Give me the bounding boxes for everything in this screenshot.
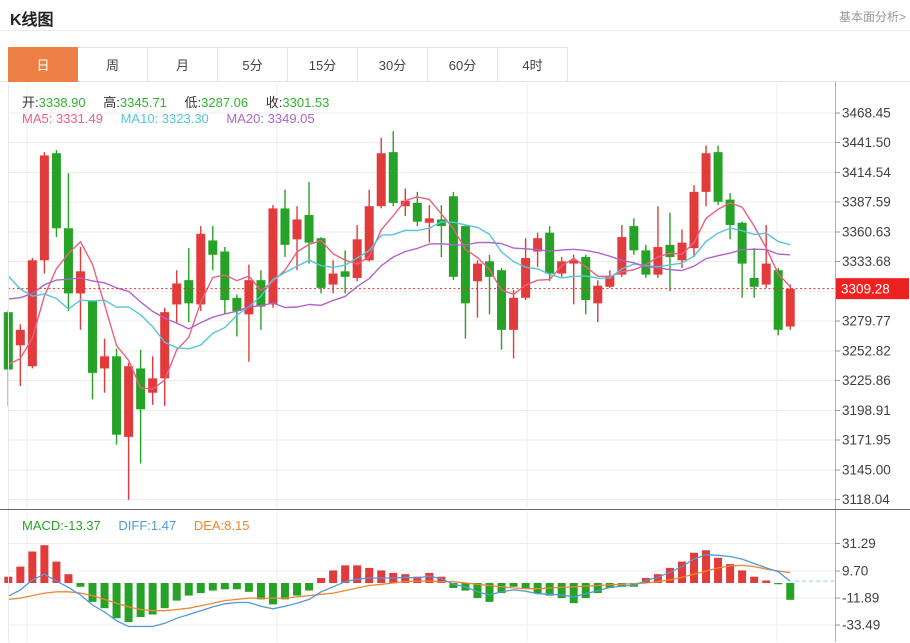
close-value: 3301.53 xyxy=(282,95,329,110)
main-chart-area[interactable] xyxy=(8,84,835,508)
diff-label: DIFF: xyxy=(118,518,151,533)
ohlc-row: 开:3338.90 高:3345.71 低:3287.06 收:3301.53 xyxy=(22,92,343,111)
dea-label: DEA: xyxy=(194,518,224,533)
svg-text:3309.28: 3309.28 xyxy=(841,281,890,296)
svg-text:3145.00: 3145.00 xyxy=(842,462,891,477)
current-price-badge: 3309.28 xyxy=(836,278,909,299)
macd-header-row: MACD:-13.37 DIFF:1.47 DEA:8.15 xyxy=(22,518,263,533)
svg-text:3468.45: 3468.45 xyxy=(842,106,891,121)
svg-text:3279.77: 3279.77 xyxy=(842,314,891,329)
macd-value: -13.37 xyxy=(64,518,101,533)
tab-30min[interactable]: 30分 xyxy=(358,47,428,82)
diff-value: 1.47 xyxy=(151,518,176,533)
ma10-value: 3323.30 xyxy=(162,111,209,126)
svg-text:3441.50: 3441.50 xyxy=(842,135,891,150)
ma20-label: MA20: xyxy=(226,111,264,126)
tab-5min[interactable]: 5分 xyxy=(218,47,288,82)
tab-15min[interactable]: 15分 xyxy=(288,47,358,82)
svg-text:3171.95: 3171.95 xyxy=(842,433,891,448)
svg-text:31.29: 31.29 xyxy=(842,536,876,551)
svg-text:3225.86: 3225.86 xyxy=(842,373,891,388)
high-value: 3345.71 xyxy=(120,95,167,110)
tab-week[interactable]: 周 xyxy=(78,47,148,82)
open-label: 开: xyxy=(22,95,39,110)
svg-text:3118.04: 3118.04 xyxy=(842,492,890,507)
svg-text:3198.91: 3198.91 xyxy=(842,403,891,418)
svg-text:3252.82: 3252.82 xyxy=(842,343,891,358)
svg-text:3414.54: 3414.54 xyxy=(842,165,891,180)
ma5-label: MA5: xyxy=(22,111,52,126)
tab-60min[interactable]: 60分 xyxy=(428,47,498,82)
ma5-value: 3331.49 xyxy=(56,111,103,126)
svg-text:-33.49: -33.49 xyxy=(842,618,880,633)
svg-text:3333.68: 3333.68 xyxy=(842,254,891,269)
tab-day[interactable]: 日 xyxy=(8,47,78,82)
tab-month[interactable]: 月 xyxy=(148,47,218,82)
svg-text:9.70: 9.70 xyxy=(842,563,868,578)
svg-text:3360.63: 3360.63 xyxy=(842,225,891,240)
ma-row: MA5: 3331.49 MA10: 3323.30 MA20: 3349.05 xyxy=(22,111,329,126)
kline-widget: K线图 基本面分析> 日周月5分15分30分60分4时 3468.453441.… xyxy=(0,0,910,643)
interval-tabs: 日周月5分15分30分60分4时 xyxy=(8,47,568,82)
low-label: 低: xyxy=(185,95,202,110)
ma20-value: 3349.05 xyxy=(268,111,315,126)
open-value: 3338.90 xyxy=(39,95,86,110)
macd-label: MACD: xyxy=(22,518,64,533)
low-value: 3287.06 xyxy=(201,95,248,110)
y-axis-labels: 3468.45 3441.50 3414.54 3387.59 3360.63 3333.… xyxy=(835,106,891,633)
close-label: 收: xyxy=(266,95,283,110)
svg-text:3387.59: 3387.59 xyxy=(842,195,891,210)
dea-value: 8.15 xyxy=(224,518,249,533)
high-label: 高: xyxy=(103,95,120,110)
ma10-label: MA10: xyxy=(121,111,159,126)
tab-4hour[interactable]: 4时 xyxy=(498,47,568,82)
svg-text:-11.89: -11.89 xyxy=(842,590,879,605)
